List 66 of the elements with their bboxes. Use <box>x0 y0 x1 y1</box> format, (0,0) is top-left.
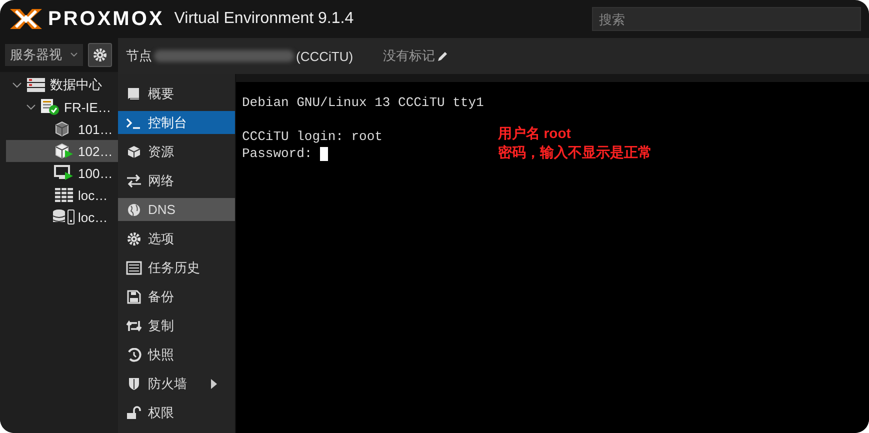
exchange-icon <box>126 174 142 188</box>
logo-text: PROXMOX <box>48 8 164 30</box>
pencil-icon[interactable] <box>437 50 450 62</box>
nav-item[interactable]: 防火墙 <box>118 372 235 395</box>
tree-item[interactable]: loc… <box>6 184 118 206</box>
gear-icon <box>93 48 107 62</box>
terminal-line: Password: <box>242 146 312 161</box>
tree-item[interactable]: 101… <box>6 118 118 140</box>
nav-item[interactable]: 任务历史 <box>118 256 235 279</box>
tree-item[interactable]: 数据中心 <box>6 74 118 96</box>
retweet-icon <box>126 318 142 332</box>
nav-item[interactable]: 选项 <box>118 227 235 250</box>
tree-label: loc… <box>78 210 108 224</box>
product-title: Virtual Environment 9.1.4 <box>174 10 354 28</box>
chevron-down-icon <box>70 52 78 58</box>
caret-icon <box>211 378 217 388</box>
unlock-icon <box>126 406 142 420</box>
tree-item[interactable]: 100… <box>6 162 118 184</box>
tree-item[interactable]: loc… <box>6 206 118 228</box>
tree-label: loc… <box>78 188 108 202</box>
tree-label: FR-IE… <box>64 100 111 114</box>
gear-icon <box>126 232 142 246</box>
nav-item[interactable]: 备份 <box>118 285 235 308</box>
view-select[interactable]: 服务器视 <box>5 44 83 66</box>
container-running-icon <box>54 143 74 159</box>
nav-item[interactable]: 复制 <box>118 314 235 337</box>
server-ok-icon <box>40 99 60 115</box>
nav-item[interactable]: 资源 <box>118 140 235 163</box>
node-label: 节点 <box>126 47 152 65</box>
terminal-line: CCCiTU login: root <box>242 129 382 144</box>
annotation-text: 密码，输入不显示是正常 <box>498 144 652 162</box>
nav-item[interactable]: 控制台 <box>118 111 235 134</box>
chevron-icon <box>12 81 22 89</box>
nav-item[interactable]: 概要 <box>118 82 235 105</box>
settings-button[interactable] <box>88 43 112 67</box>
nav-item[interactable]: 权限 <box>118 401 235 424</box>
history-icon <box>126 348 142 362</box>
nav-item[interactable]: 网络 <box>118 169 235 192</box>
terminal-line: Debian GNU/Linux 13 CCCiTU tty1 <box>242 95 484 110</box>
nav-item[interactable]: 快照 <box>118 343 235 366</box>
server-rack-icon <box>27 78 45 92</box>
logo-x-icon <box>8 7 44 31</box>
tree-item[interactable]: 102… <box>6 140 118 162</box>
terminal-icon <box>126 116 142 130</box>
vm-running-icon <box>54 165 74 181</box>
chevron-icon <box>26 103 36 111</box>
annotation-text: 用户名 root <box>498 125 572 143</box>
shield-icon <box>126 376 142 390</box>
globe-icon <box>126 202 142 216</box>
tree-label: 数据中心 <box>50 76 102 94</box>
tree-item[interactable]: FR-IE… <box>6 96 118 118</box>
node-name: (CCCiTU) <box>296 48 354 64</box>
terminal-screen[interactable]: Debian GNU/Linux 13 CCCiTU tty1 CCCiTU login: root Password: 用户名 root 密码，输入不显示是正常 <box>236 82 869 433</box>
tree-label: 102… <box>78 144 113 158</box>
tree-label: 101… <box>78 122 113 136</box>
cursor <box>320 146 328 160</box>
database-icon <box>53 209 75 225</box>
list-icon <box>126 260 142 274</box>
tags-label: 没有标记 <box>383 47 436 65</box>
floppy-icon <box>126 290 142 304</box>
grid-icon <box>55 188 73 202</box>
book-icon <box>126 86 142 100</box>
search-field[interactable]: 搜索 <box>592 7 861 31</box>
nav-item[interactable]: DNS <box>118 198 235 221</box>
cube-icon <box>126 144 142 158</box>
tree-label: 100… <box>78 166 113 180</box>
